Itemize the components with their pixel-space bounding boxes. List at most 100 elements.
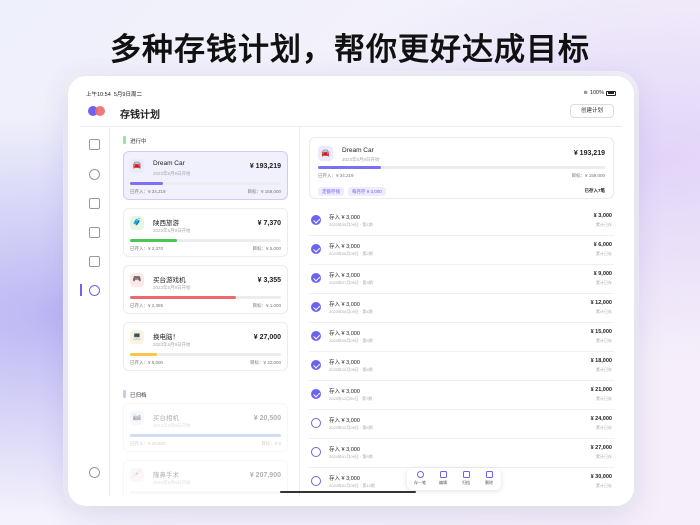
plan-card[interactable]: 🧳 陕西旅游 2023年5月9日开始 ¥ 7,370 已存入：¥ 2,370 目标：¥ 5… (123, 208, 288, 257)
section-archived-label: 已归档 (123, 390, 147, 399)
plan-card[interactable]: 🎮 买台游戏机 2023年5月9日开始 ¥ 3,355 已存入：¥ 2,355 目标：¥ … (123, 265, 288, 314)
plan-name: 买台相机 (153, 415, 179, 422)
plan-progress-track (130, 353, 281, 356)
detail-date: 2023年5月9日开始 (342, 157, 380, 162)
plan-progress-track (130, 182, 281, 185)
create-plan-button[interactable]: 创建计划 (569, 104, 614, 118)
book-icon[interactable] (89, 256, 100, 267)
battery-label: 100% (589, 90, 604, 96)
deposit-title: 存入 ¥ 3,000 (329, 331, 360, 337)
savings-plan-icon[interactable] (89, 285, 100, 296)
deposit-row[interactable]: 存入 ¥ 3,000 2024年01月09日 · 第9期 ¥ 27,000 累计已存 (309, 439, 614, 468)
plan-progress-fill (130, 353, 158, 356)
trash-icon (485, 471, 493, 478)
plan-goal: 目标：¥ 0 (261, 441, 281, 446)
plan-saved: 已存入：¥ 20,500 (130, 441, 166, 446)
deposit-title: 存入 ¥ 3,000 (329, 302, 360, 308)
deposit-checkbox[interactable] (311, 244, 321, 254)
deposit-row[interactable]: 存入 ¥ 3,000 2023年08月09日 · 第4期 ¥ 12,000 累计已存 (309, 294, 614, 323)
plan-date: 2023年5月9日开始 (153, 228, 191, 233)
home-icon[interactable] (89, 139, 100, 150)
dock-button-plus-circle[interactable]: 存一笔 (409, 471, 431, 486)
deposit-title: 存入 ¥ 3,000 (329, 215, 360, 221)
deposit-total: ¥ 12,000 (590, 300, 612, 306)
plan-date: 2023年5月9日开始 (153, 285, 191, 290)
deposit-checkbox[interactable] (311, 418, 321, 428)
status-time-date: 上午10:54 5月9日周二 (86, 92, 142, 98)
deposit-row[interactable]: 存入 ¥ 3,000 2023年07月09日 · 第3期 ¥ 9,000 累计已存 (309, 265, 614, 294)
deposit-row[interactable]: 存入 ¥ 3,000 2023年06月09日 · 第2期 ¥ 6,000 累计已存 (309, 236, 614, 265)
app-logo-icon (88, 106, 106, 116)
plan-name: Dream Car (153, 160, 185, 167)
dock-button-archive[interactable]: 归档 (455, 471, 477, 486)
deposit-row[interactable]: 存入 ¥ 3,000 2023年12月09日 · 第8期 ¥ 24,000 累计已存 (309, 410, 614, 439)
detail-saved: 已存入：¥ 34,219 (318, 173, 354, 178)
archived-plan-card[interactable]: 💉 隆鼻手术 2023年5月9日开始 ¥ 207,900 (123, 460, 288, 496)
deposit-total-label: 累计已存 (596, 425, 612, 430)
deposit-title: 存入 ¥ 3,000 (329, 389, 360, 395)
deposit-checkbox[interactable] (311, 447, 321, 457)
pie-chart-icon[interactable] (89, 169, 100, 180)
deposit-date: 2024年02月09日 · 第10期 (329, 483, 375, 488)
plan-progress-fill (130, 239, 177, 242)
deposit-checkbox[interactable] (311, 331, 321, 341)
computer-icon: 💻 (130, 330, 144, 344)
app-header: 存钱计划 创建计划 (80, 100, 622, 126)
deposit-checkbox[interactable] (311, 389, 321, 399)
deposit-checkbox[interactable] (311, 273, 321, 283)
dock-button-trash[interactable]: 删除 (478, 471, 500, 486)
status-right: ≋ 100% (583, 90, 616, 96)
deposit-total: ¥ 24,000 (590, 416, 612, 422)
home-indicator (280, 490, 416, 493)
deposit-total: ¥ 30,000 (590, 474, 612, 480)
wifi-icon: ≋ (583, 90, 588, 96)
deposit-total: ¥ 9,000 (593, 271, 612, 277)
plan-card[interactable]: 🚘 Dream Car 2023年5月9日开始 ¥ 193,219 已存入：¥ 34,2… (123, 151, 288, 200)
car-icon: 🚘 (318, 146, 333, 161)
sidebar-rail (80, 127, 110, 496)
tablet-frame: 上午10:54 5月9日周二 ≋ 100% 存钱计划 创建计划 进行中 🚘 Dr… (68, 76, 634, 506)
plan-progress-track (130, 239, 281, 242)
page-title: 存钱计划 (120, 110, 160, 121)
deposit-row[interactable]: 存入 ¥ 3,000 2023年10月09日 · 第6期 ¥ 18,000 累计已存 (309, 352, 614, 381)
active-indicator (80, 284, 82, 296)
plan-saved: 已存入：¥ 2,355 (130, 303, 164, 308)
plan-amount: ¥ 207,900 (249, 472, 281, 479)
settings-icon[interactable] (89, 467, 100, 478)
edit-icon (439, 471, 447, 478)
deposit-checkbox[interactable] (311, 476, 321, 486)
deposit-row[interactable]: 存入 ¥ 3,000 2023年11月09日 · 第7期 ¥ 21,000 累计已存 (309, 381, 614, 410)
deposit-total: ¥ 15,000 (590, 329, 612, 335)
dock-label: 编辑 (439, 479, 447, 485)
plan-name: 换电脑！ (153, 334, 179, 341)
battery-icon (606, 90, 616, 96)
plan-amount: ¥ 7,370 (257, 220, 281, 227)
dock-button-edit[interactable]: 编辑 (432, 471, 454, 486)
archived-plan-card[interactable]: 📷 买台相机 2023年5月9日开始 ¥ 20,500 已存入：¥ 20,500 目标：¥… (123, 403, 288, 452)
deposit-total-label: 累计已存 (596, 454, 612, 459)
detail-summary-card: 🚘 Dream Car 2023年5月9日开始 ¥ 193,219 已存入：¥ … (309, 137, 614, 199)
plan-card[interactable]: 💻 换电脑！ 2023年5月9日开始 ¥ 27,000 已存入：¥ 5,000 目标：¥ … (123, 322, 288, 371)
checklist-icon[interactable] (89, 227, 100, 238)
deposit-total-label: 累计已存 (596, 483, 612, 488)
dock-label: 归档 (462, 479, 470, 485)
plan-amount: ¥ 3,355 (257, 277, 281, 284)
dock-label: 删除 (485, 479, 493, 485)
plan-progress-track (130, 296, 281, 299)
deposit-checkbox[interactable] (311, 302, 321, 312)
detail-progress-track (318, 166, 605, 169)
deposit-row[interactable]: 存入 ¥ 3,000 2023年05月09日 · 第1期 ¥ 3,000 累计已存 (309, 207, 614, 236)
deposit-checkbox[interactable] (311, 215, 321, 225)
gamepad-icon: 🎮 (130, 273, 144, 287)
dock-label: 存一笔 (414, 479, 426, 485)
deposit-date: 2023年09月09日 · 第5期 (329, 338, 373, 343)
deposit-row[interactable]: 存入 ¥ 3,000 2023年09月09日 · 第5期 ¥ 15,000 累计已存 (309, 323, 614, 352)
deposit-total: ¥ 6,000 (593, 242, 612, 248)
deposit-title: 存入 ¥ 3,000 (329, 418, 360, 424)
receipt-icon[interactable] (89, 198, 100, 209)
deposit-total-label: 累计已存 (596, 367, 612, 372)
plan-goal: 目标：¥ 22,000 (249, 360, 281, 365)
action-dock: 存一笔 编辑 归档 删除 (407, 468, 501, 490)
deposit-checkbox[interactable] (311, 360, 321, 370)
deposit-total: ¥ 3,000 (593, 213, 612, 219)
